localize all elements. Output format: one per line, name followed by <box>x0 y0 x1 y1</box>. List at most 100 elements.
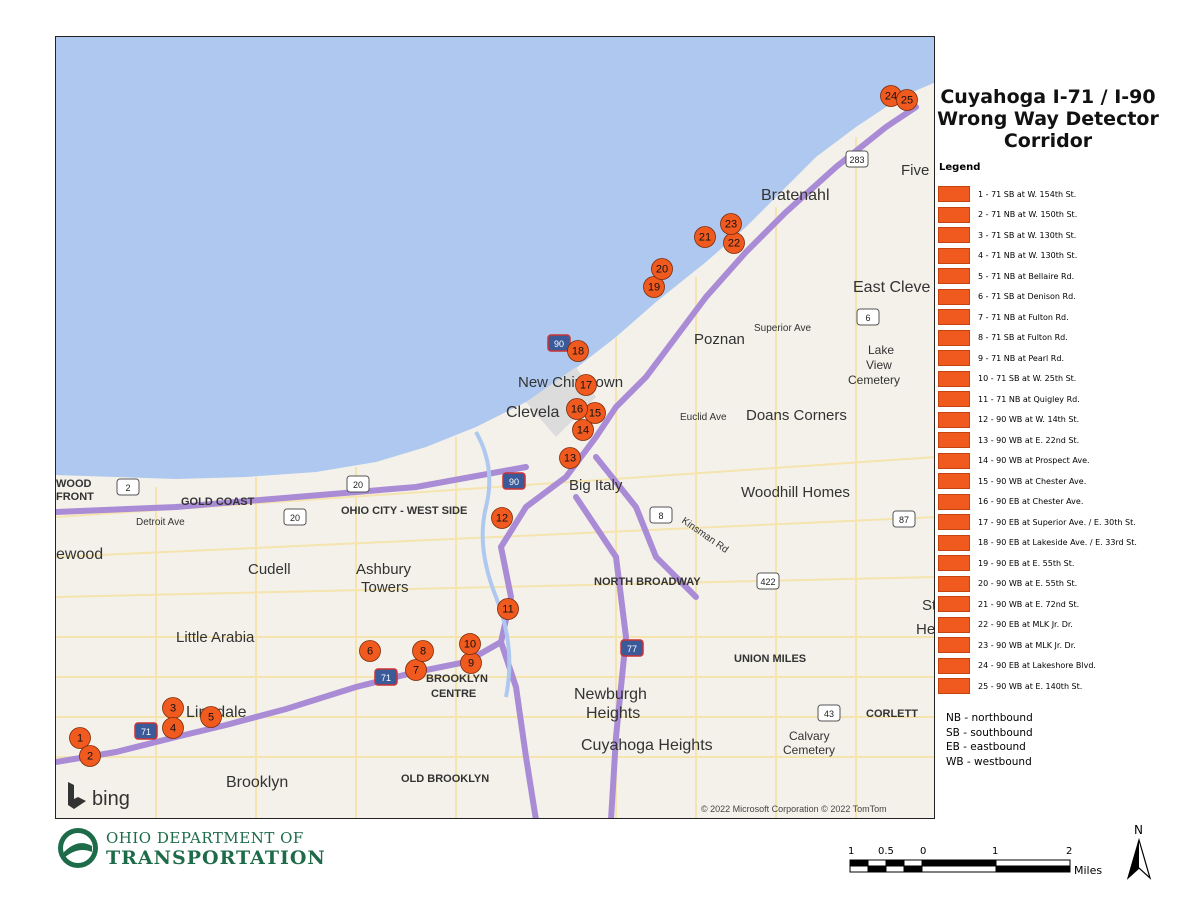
detector-marker-label: 19 <box>648 282 660 294</box>
route-shield: 20 <box>346 475 370 493</box>
detector-marker-label: 4 <box>170 723 176 735</box>
legend-swatch <box>938 596 970 613</box>
detector-marker[interactable]: 12 <box>491 507 513 529</box>
detector-marker-label: 9 <box>468 658 474 670</box>
detector-marker-label: 5 <box>208 712 214 724</box>
legend-item: 19 - 90 EB at E. 55th St. <box>938 553 1188 574</box>
place-label: GOLD COAST <box>181 496 255 508</box>
place-label: OHIO CITY - WEST SIDE <box>341 505 467 517</box>
detector-marker[interactable]: 4 <box>162 717 184 739</box>
legend-swatch <box>938 514 970 531</box>
legend-label: 3 - 71 SB at W. 130th St. <box>978 230 1077 240</box>
legend-label: 16 - 90 EB at Chester Ave. <box>978 497 1084 507</box>
detector-marker-label: 11 <box>502 604 513 616</box>
detector-marker[interactable]: 1 <box>69 727 91 749</box>
legend-swatch <box>938 309 970 326</box>
place-label: BROOKLYN <box>426 673 488 685</box>
legend-label: 22 - 90 EB at MLK Jr. Dr. <box>978 620 1073 630</box>
legend-item: 2 - 71 NB at W. 150th St. <box>938 205 1188 226</box>
place-label: Poznan <box>694 331 745 348</box>
legend-list: 1 - 71 SB at W. 154th St. 2 - 71 NB at W.… <box>938 184 1188 697</box>
legend-item: 24 - 90 EB at Lakeshore Blvd. <box>938 656 1188 677</box>
detector-marker[interactable]: 2 <box>79 745 101 767</box>
bing-logo-text: bing <box>92 788 130 810</box>
legend-item: 9 - 71 NB at Pearl Rd. <box>938 348 1188 369</box>
scale-label: 1 <box>848 846 854 857</box>
legend-swatch <box>938 391 970 408</box>
detector-marker-label: 14 <box>577 425 589 437</box>
map-title: Cuyahoga I-71 / I-90 Wrong Way Detector … <box>932 86 1164 152</box>
detector-marker-label: 10 <box>464 639 476 651</box>
route-shield: 2 <box>116 478 140 496</box>
title-line-2: Wrong Way Detector <box>937 108 1159 130</box>
map-frame[interactable]: Bratenahl Five East Cleve Poznan Lake Vi… <box>55 36 935 819</box>
route-shield-label: 87 <box>899 515 909 525</box>
legend-item: 11 - 71 NB at Quigley Rd. <box>938 389 1188 410</box>
place-label: Five <box>901 162 929 179</box>
place-label: Superior Ave <box>754 323 812 334</box>
legend-label: 17 - 90 EB at Superior Ave. / E. 30th St… <box>978 517 1136 527</box>
detector-marker-label: 22 <box>728 238 740 250</box>
detector-marker[interactable]: 17 <box>575 374 597 396</box>
detector-marker[interactable]: 5 <box>200 706 222 728</box>
place-label: Detroit Ave <box>136 517 185 528</box>
detector-marker[interactable]: 3 <box>162 697 184 719</box>
detector-marker[interactable]: 7 <box>405 659 427 681</box>
legend-label: 13 - 90 WB at E. 22nd St. <box>978 435 1080 445</box>
legend-swatch <box>938 186 970 203</box>
detector-marker[interactable]: 16 <box>566 398 588 420</box>
detector-marker-label: 25 <box>901 95 913 107</box>
legend-swatch <box>938 575 970 592</box>
route-shield-label: 71 <box>381 673 391 683</box>
legend-item: 18 - 90 EB at Lakeside Ave. / E. 33rd St… <box>938 533 1188 554</box>
detector-marker[interactable]: 22 <box>723 232 745 254</box>
map-attribution: © 2022 Microsoft Corporation © 2022 TomT… <box>701 804 887 814</box>
legend-item: 22 - 90 EB at MLK Jr. Dr. <box>938 615 1188 636</box>
legend-item: 10 - 71 SB at W. 25th St. <box>938 369 1188 390</box>
legend-item: 23 - 90 WB at MLK Jr. Dr. <box>938 635 1188 656</box>
legend-item: 20 - 90 WB at E. 55th St. <box>938 574 1188 595</box>
detector-marker[interactable]: 21 <box>694 226 716 248</box>
detector-marker[interactable]: 18 <box>567 340 589 362</box>
legend-label: 1 - 71 SB at W. 154th St. <box>978 189 1077 199</box>
detector-marker[interactable]: 10 <box>459 633 481 655</box>
route-shield: 90 <box>502 472 526 490</box>
detector-marker[interactable]: 8 <box>412 640 434 662</box>
legend-item: 25 - 90 WB at E. 140th St. <box>938 676 1188 697</box>
detector-marker[interactable]: 9 <box>460 652 482 674</box>
place-label: UNION MILES <box>734 653 806 665</box>
route-shield: 8 <box>649 506 673 524</box>
legend-swatch <box>938 288 970 305</box>
detector-marker-label: 6 <box>367 646 373 658</box>
legend-swatch <box>938 555 970 572</box>
detector-marker[interactable]: 20 <box>651 258 673 280</box>
route-shield-label: 2 <box>125 483 130 493</box>
detector-marker[interactable]: 11 <box>497 598 519 620</box>
place-label: Lake <box>868 343 894 357</box>
place-label: Towers <box>361 579 409 596</box>
place-label: Calvary <box>789 729 830 743</box>
legend-item: 13 - 90 WB at E. 22nd St. <box>938 430 1188 451</box>
legend-item: 21 - 90 WB at E. 72nd St. <box>938 594 1188 615</box>
route-shield-label: 422 <box>760 577 775 587</box>
detector-marker[interactable]: 23 <box>720 213 742 235</box>
route-shield: 71 <box>134 722 158 740</box>
legend-label: 6 - 71 SB at Denison Rd. <box>978 292 1076 302</box>
detector-marker-label: 2 <box>87 751 93 763</box>
detector-marker[interactable]: 13 <box>559 447 581 469</box>
detector-marker[interactable]: 6 <box>359 640 381 662</box>
legend-label: 18 - 90 EB at Lakeside Ave. / E. 33rd St… <box>978 538 1137 548</box>
legend-label: 10 - 71 SB at W. 25th St. <box>978 374 1077 384</box>
map-canvas[interactable]: Bratenahl Five East Cleve Poznan Lake Vi… <box>56 37 935 819</box>
place-label: NORTH BROADWAY <box>594 576 701 588</box>
detector-marker-label: 13 <box>564 453 576 465</box>
detector-marker[interactable]: 15 <box>584 402 606 424</box>
route-shield-label: 77 <box>627 644 637 654</box>
abbreviation-item: WB - westbound <box>946 755 1032 768</box>
abbreviation-item: SB - southbound <box>946 726 1033 739</box>
detector-marker[interactable]: 25 <box>896 89 918 111</box>
route-shield-label: 6 <box>865 313 870 323</box>
legend-item: 14 - 90 WB at Prospect Ave. <box>938 451 1188 472</box>
legend-item: 1 - 71 SB at W. 154th St. <box>938 184 1188 205</box>
place-label: New Chinatown <box>518 374 623 391</box>
